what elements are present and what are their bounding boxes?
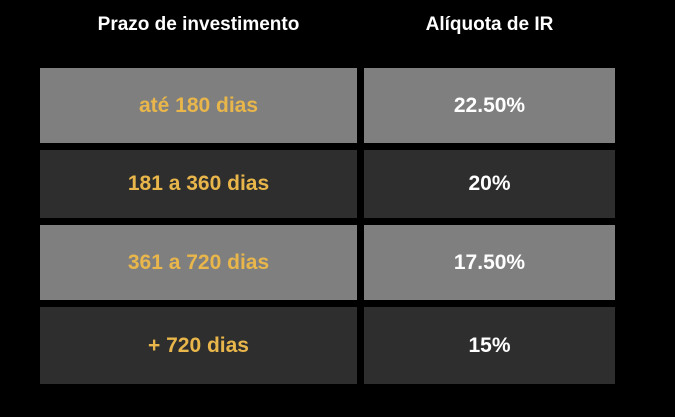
header-term: Prazo de investimento [97, 14, 300, 35]
header-rate: Alíquota de IR [425, 14, 554, 35]
rate-cell: 20% [364, 150, 615, 218]
table-row: + 720 dias 15% [0, 307, 675, 384]
table-row: 361 a 720 dias 17.50% [0, 225, 675, 300]
term-cell: 181 a 360 dias [40, 150, 357, 218]
term-cell: 361 a 720 dias [40, 225, 357, 300]
rate-cell: 15% [364, 307, 615, 384]
table-row: até 180 dias 22.50% [0, 68, 675, 143]
table-header: Prazo de investimento Alíquota de IR [0, 0, 675, 60]
term-cell: + 720 dias [40, 307, 357, 384]
term-cell: até 180 dias [40, 68, 357, 143]
rate-cell: 17.50% [364, 225, 615, 300]
table-row: 181 a 360 dias 20% [0, 150, 675, 218]
rate-cell: 22.50% [364, 68, 615, 143]
